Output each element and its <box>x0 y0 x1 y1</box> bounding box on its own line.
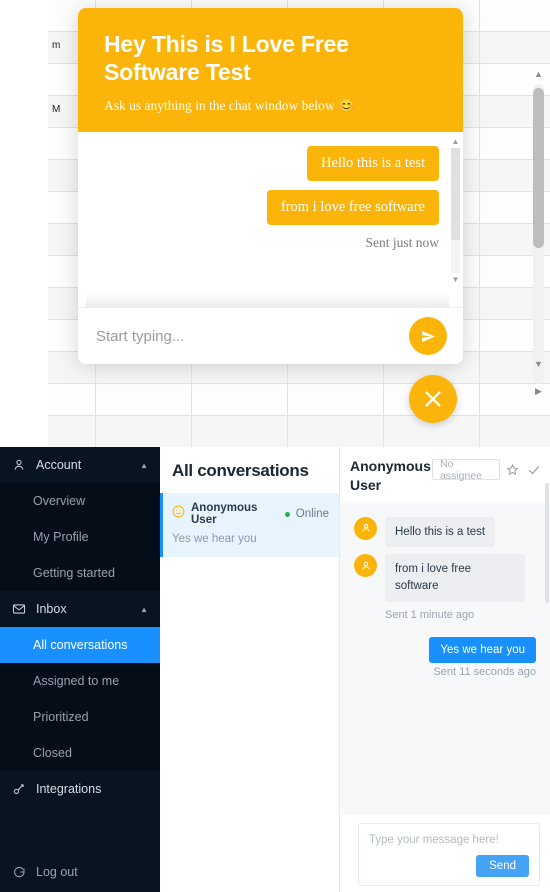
star-icon <box>506 463 519 475</box>
sidebar-subitems-inbox: All conversations Assigned to me Priorit… <box>0 627 160 771</box>
sidebar-group-label: Account <box>36 458 82 472</box>
sidebar-spacer <box>0 807 160 852</box>
spreadsheet-scrollbar-thumb[interactable] <box>533 88 544 248</box>
chat-widget-messages-area: Hello this is a test from i love free so… <box>78 132 463 308</box>
sidebar: Account ▲ Overview My Profile Getting st… <box>0 447 160 892</box>
envelope-icon <box>12 602 26 616</box>
cell <box>192 384 288 415</box>
thread-scrollbar[interactable] <box>545 483 549 603</box>
cell <box>96 384 192 415</box>
cell <box>96 416 192 447</box>
user-icon <box>12 458 26 472</box>
chat-sent-status: Sent just now <box>365 235 439 251</box>
cell <box>48 416 96 447</box>
sidebar-item-label: Log out <box>36 865 78 879</box>
conversation-item-header: Anonymous User Online <box>172 502 329 526</box>
conversation-item-status: Online <box>295 508 329 520</box>
chat-messages-scrollbar[interactable]: ▲ ▼ <box>451 136 460 285</box>
dashboard-app: Account ▲ Overview My Profile Getting st… <box>0 447 550 892</box>
conversation-item-snippet: Yes we hear you <box>172 533 257 545</box>
sidebar-item-my-profile[interactable]: My Profile <box>0 519 160 555</box>
message-bubble: Hello this is a test <box>385 516 496 548</box>
scroll-down-icon[interactable]: ▼ <box>532 358 545 371</box>
conversation-list-panel: All conversations Anonymous User Online … <box>160 447 340 892</box>
thread-header: Anonymous User No assignee <box>340 447 550 503</box>
chat-widget-title: Hey This is I Love Free Software Test <box>104 31 349 86</box>
assignee-dropdown[interactable]: No assignee <box>432 458 501 482</box>
sidebar-item-logout[interactable]: Log out <box>0 852 160 892</box>
message-composer[interactable]: Type your message here! Send <box>358 823 540 886</box>
logout-icon <box>12 865 26 879</box>
star-button[interactable] <box>504 459 521 480</box>
plug-icon <box>12 782 26 796</box>
close-icon <box>425 391 441 407</box>
scroll-up-icon[interactable]: ▲ <box>451 136 460 147</box>
chat-bubble-outgoing: Hello this is a test <box>307 146 439 182</box>
sidebar-item-overview[interactable]: Overview <box>0 483 160 519</box>
thread-message-incoming: Hello this is a test <box>354 516 536 548</box>
sidebar-item-assigned-to-me[interactable]: Assigned to me <box>0 663 160 699</box>
sidebar-item-all-conversations[interactable]: All conversations <box>0 627 160 663</box>
sidebar-item-closed[interactable]: Closed <box>0 735 160 771</box>
send-message-button[interactable]: Send <box>476 855 529 877</box>
message-bubble: Yes we hear you <box>429 636 536 663</box>
online-status-dot <box>284 511 290 517</box>
avatar <box>354 516 377 540</box>
chat-widget: Hey This is I Love Free Software Test As… <box>78 8 463 365</box>
chat-close-button[interactable] <box>409 375 457 423</box>
conversation-thread-panel: Anonymous User No assignee Hello this is… <box>340 447 550 892</box>
chat-widget-input-row <box>78 307 463 365</box>
chat-send-button[interactable] <box>409 317 447 356</box>
sidebar-group-inbox[interactable]: Inbox ▲ <box>0 591 160 627</box>
table-row <box>48 416 550 448</box>
avatar <box>354 554 377 578</box>
smiley-icon <box>172 505 185 523</box>
scrollbar-thumb[interactable] <box>451 148 460 241</box>
scroll-up-icon[interactable]: ▲ <box>532 68 545 81</box>
scroll-down-icon[interactable]: ▼ <box>451 274 460 285</box>
table-row <box>48 384 550 416</box>
sidebar-group-account[interactable]: Account ▲ <box>0 447 160 483</box>
chat-widget-subtitle: Ask us anything in the chat window below… <box>104 98 355 114</box>
message-bubble: from i love free software <box>385 554 525 602</box>
chat-bubble-outgoing: from i love free software <box>266 190 439 226</box>
chat-messages-fade <box>86 293 449 308</box>
sidebar-subitems-account: Overview My Profile Getting started <box>0 483 160 591</box>
sidebar-item-integrations[interactable]: Integrations <box>0 771 160 807</box>
check-icon <box>528 465 539 474</box>
sidebar-group-label: Inbox <box>36 602 67 616</box>
thread-message-incoming: from i love free software <box>354 554 536 602</box>
thread-messages: Hello this is a test from i love free so… <box>340 502 550 815</box>
sidebar-item-prioritized[interactable]: Prioritized <box>0 699 160 735</box>
conversation-list-item[interactable]: Anonymous User Online Yes we hear you <box>160 493 339 557</box>
incoming-timestamp: Sent 1 minute ago <box>385 608 475 621</box>
chevron-up-icon[interactable]: ▲ <box>140 461 148 470</box>
chat-widget-message-list: Hello this is a test from i love free so… <box>78 132 463 261</box>
composer-placeholder[interactable]: Type your message here! <box>369 834 529 846</box>
cell <box>192 416 288 447</box>
resolve-button[interactable] <box>525 459 542 480</box>
sidebar-item-label: Integrations <box>36 782 102 796</box>
chat-widget-header: Hey This is I Love Free Software Test As… <box>78 8 463 133</box>
cell <box>288 416 384 447</box>
cell <box>48 384 96 415</box>
chevron-up-icon[interactable]: ▲ <box>140 605 148 614</box>
conversation-list-title: All conversations <box>172 461 309 480</box>
chat-message-input[interactable] <box>96 327 409 345</box>
conversation-item-name: Anonymous User <box>191 502 258 526</box>
outgoing-timestamp: Sent 11 seconds ago <box>433 665 536 678</box>
thread-message-outgoing: Yes we hear you <box>354 636 536 663</box>
send-icon <box>421 330 435 342</box>
cell <box>288 384 384 415</box>
thread-title: Anonymous User <box>350 458 431 493</box>
scroll-right-icon[interactable]: ▶ <box>532 385 545 398</box>
sidebar-item-getting-started[interactable]: Getting started <box>0 555 160 591</box>
screen: me... M ▲ ▼ ▶ Hey This is I Love Free So… <box>0 0 550 892</box>
